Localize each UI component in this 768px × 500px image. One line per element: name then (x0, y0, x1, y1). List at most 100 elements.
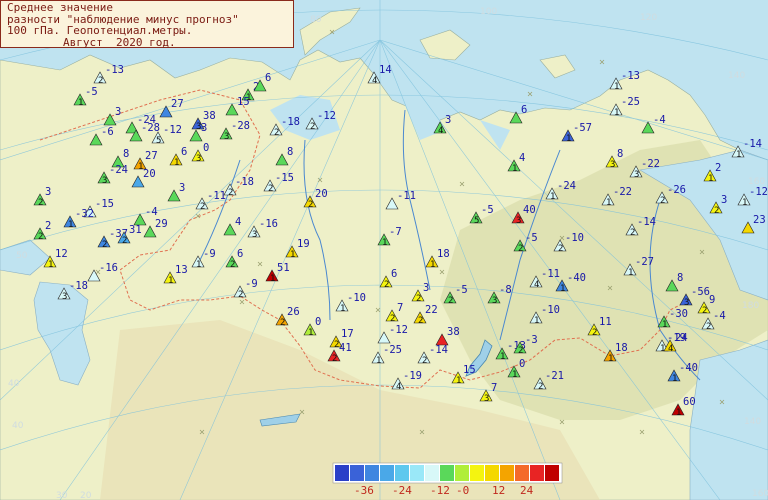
title-line-1: Среднее значение (7, 1, 113, 14)
station-value: 22 (425, 304, 438, 316)
station-value: 15 (237, 96, 250, 108)
station-count: 1 (614, 108, 619, 118)
station-count: 2 (384, 280, 389, 290)
station-count: 3 (516, 216, 521, 226)
station-value: -10 (565, 232, 584, 244)
station-value: 0 (519, 358, 525, 370)
station-count: 1 (512, 370, 517, 380)
station-count: 2 (238, 290, 243, 300)
station-value: 7 (397, 302, 403, 314)
station-value: -12 (749, 186, 768, 198)
station-count: 1 (534, 316, 539, 326)
station-count: 3 (610, 160, 615, 170)
station-value: 27 (171, 98, 184, 110)
station-value: -4 (713, 310, 726, 322)
legend-swatch (335, 465, 349, 481)
station-value: 15 (463, 364, 476, 376)
grid-label: 80 (310, 15, 322, 25)
station-value: 17 (341, 328, 354, 340)
station-count: 2 (418, 316, 423, 326)
station-value: -30 (669, 308, 688, 320)
station-value: -18 (69, 280, 88, 292)
station-value: -13 (621, 70, 640, 82)
station-value: -6 (101, 126, 114, 138)
station-value: 18 (437, 248, 450, 260)
station-count: 4 (396, 382, 401, 392)
legend-label: -24 (392, 484, 412, 497)
station-count: 2 (268, 184, 273, 194)
station-value: -24 (109, 164, 128, 176)
station-value: 3 (721, 194, 727, 206)
station-value: 8 (677, 272, 683, 284)
station-value: 38 (447, 326, 460, 338)
grid-label: 30 (56, 491, 68, 500)
legend-swatch (410, 465, 424, 481)
station-value: -5 (85, 86, 98, 98)
station-count: 2 (630, 228, 635, 238)
station-count: 1 (308, 328, 313, 338)
station-value: 0 (315, 316, 321, 328)
station-value: -5 (481, 204, 494, 216)
station-value: -4 (145, 206, 158, 218)
grid-label: 20 (80, 491, 92, 500)
station-value: -18 (235, 176, 254, 188)
station-count: 1 (662, 320, 667, 330)
station-value: 18 (615, 342, 628, 354)
station-value: 12 (55, 248, 68, 260)
station-value: -56 (691, 286, 710, 298)
station-count: 1 (606, 198, 611, 208)
station-count: 1 (736, 150, 741, 160)
station-value: -40 (679, 362, 698, 374)
grid-label: 120 (640, 13, 657, 23)
station-value: 2 (45, 220, 51, 232)
station-value: 14 (379, 64, 392, 76)
station-value: -21 (545, 370, 564, 382)
station-value: -16 (259, 218, 278, 230)
legend-swatch (350, 465, 364, 481)
station-value: 3 (115, 106, 121, 118)
legend-swatch (530, 465, 544, 481)
station-value: 20 (315, 188, 328, 200)
station-value: -14 (743, 138, 762, 150)
station-value: 3 (423, 282, 429, 294)
station-value: -8 (499, 284, 512, 296)
station-value: -15 (95, 198, 114, 210)
station-count: 1 (566, 134, 571, 144)
station-value: -15 (275, 172, 294, 184)
station-count: 2 (538, 382, 543, 392)
station-count: 1 (628, 268, 633, 278)
station-count: 2 (706, 322, 711, 332)
station-value: 8 (123, 148, 129, 160)
station-count: 1 (676, 408, 681, 418)
station-value: 7 (491, 382, 497, 394)
station-value: 8 (617, 148, 623, 160)
station-value: -22 (613, 186, 632, 198)
station-value: -19 (403, 370, 422, 382)
station-value: 31 (129, 224, 142, 236)
station-value: -3 (525, 334, 538, 346)
grid-label: 100 (480, 7, 497, 17)
legend-swatch (455, 465, 469, 481)
station-value: 8 (287, 146, 293, 158)
station-count: 2 (228, 188, 233, 198)
station-count: 1 (614, 82, 619, 92)
station-value: 23 (753, 214, 766, 226)
station-value: -10 (347, 292, 366, 304)
station-count: 1 (742, 198, 747, 208)
station-count: 1 (672, 374, 677, 384)
station-value: 26 (287, 306, 300, 318)
legend-swatch (395, 465, 409, 481)
station-value: -12 (389, 324, 408, 336)
station-count: 2 (448, 296, 453, 306)
station-value: 2 (715, 162, 721, 174)
station-count: 5 (474, 216, 479, 226)
station-count: 2 (38, 198, 43, 208)
station-value: -28 (141, 122, 160, 134)
legend-swatch (500, 465, 514, 481)
legend-swatch (440, 465, 454, 481)
station-count: 3 (634, 170, 639, 180)
title-line-3: 100 гПа. Геопотенциал.метры. (7, 24, 193, 37)
station-value: -10 (541, 304, 560, 316)
legend-label: 24 (520, 484, 534, 497)
station-count: 1 (174, 158, 179, 168)
